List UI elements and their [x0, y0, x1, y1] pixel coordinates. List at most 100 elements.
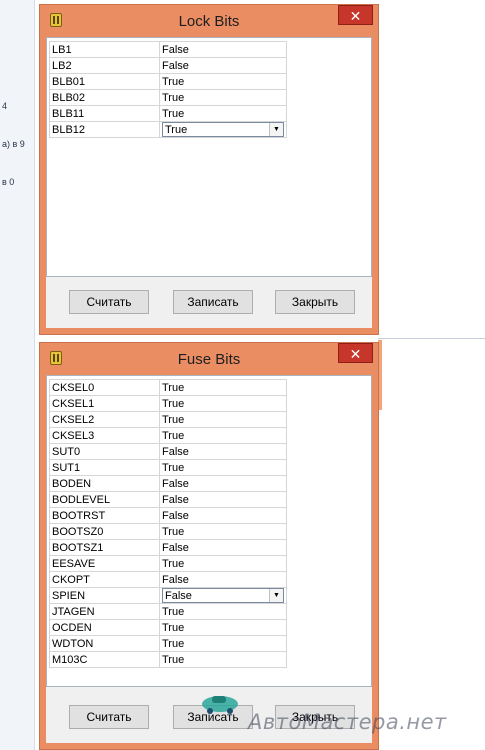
- window-title: Fuse Bits: [177, 351, 241, 368]
- table-row[interactable]: BLB12 True ▼: [49, 121, 287, 138]
- bit-name-cell: LB2: [49, 57, 160, 74]
- table-row[interactable]: EESAVE True: [49, 555, 287, 572]
- bit-value-cell[interactable]: True: [159, 395, 287, 412]
- table-row[interactable]: CKSEL1 True: [49, 395, 287, 412]
- table-row[interactable]: BLB02 True: [49, 89, 287, 106]
- table-row[interactable]: SPIEN False ▼: [49, 587, 287, 604]
- bit-name-cell: BLB02: [49, 89, 160, 106]
- chevron-down-icon[interactable]: ▼: [269, 123, 283, 136]
- background-text-fragment: в 0: [2, 177, 15, 187]
- background-text-fragment: 4: [2, 101, 8, 111]
- bit-name-cell: LB1: [49, 41, 160, 58]
- bit-value-cell[interactable]: True: [159, 523, 287, 540]
- table-row[interactable]: CKSEL3 True: [49, 427, 287, 444]
- bit-name-cell: JTAGEN: [49, 603, 160, 620]
- fuse-bits-table: CKSEL0 True CKSEL1 True CKSEL2 True CKSEL3 True…: [49, 379, 287, 668]
- bit-value-cell[interactable]: False ▼: [159, 587, 287, 604]
- bit-name-cell: BLB11: [49, 105, 160, 122]
- table-row[interactable]: CKSEL0 True: [49, 379, 287, 396]
- bit-value-cell[interactable]: True: [159, 555, 287, 572]
- bit-name-cell: CKSEL0: [49, 379, 160, 396]
- table-row[interactable]: BLB11 True: [49, 105, 287, 122]
- bit-name-cell: CKSEL2: [49, 411, 160, 428]
- site-watermark: АвтоМастера.нет: [200, 686, 485, 742]
- car-logo-icon: [202, 696, 238, 714]
- table-row[interactable]: JTAGEN True: [49, 603, 287, 620]
- bit-name-cell: BODLEVEL: [49, 491, 160, 508]
- table-row[interactable]: SUT0 False: [49, 443, 287, 460]
- dropdown-selected-value: False: [165, 589, 192, 602]
- bit-value-cell[interactable]: False: [159, 41, 287, 58]
- bit-name-cell: BOOTRST: [49, 507, 160, 524]
- bit-value-cell[interactable]: False: [159, 571, 287, 588]
- bit-name-cell: SPIEN: [49, 587, 160, 604]
- bit-name-cell: CKSEL1: [49, 395, 160, 412]
- value-dropdown[interactable]: False ▼: [162, 588, 284, 603]
- lock-bits-table: LB1 False LB2 False BLB01 True BLB02 True BLB11 T…: [49, 41, 287, 138]
- background-page-strip: 4 а) в 9 в 0: [0, 0, 35, 750]
- bit-name-cell: BLB12: [49, 121, 160, 138]
- table-row[interactable]: OCDEN True: [49, 619, 287, 636]
- title-bar[interactable]: Fuse Bits ✕: [40, 343, 378, 375]
- table-row[interactable]: BOOTSZ1 False: [49, 539, 287, 556]
- read-button[interactable]: Считать: [69, 290, 149, 314]
- bit-value-cell[interactable]: True: [159, 89, 287, 106]
- bit-value-cell[interactable]: False: [159, 491, 287, 508]
- bit-value-cell[interactable]: False: [159, 443, 287, 460]
- close-window-button[interactable]: ✕: [338, 5, 373, 25]
- read-button[interactable]: Считать: [69, 705, 149, 729]
- bit-value-cell[interactable]: True: [159, 459, 287, 476]
- write-button[interactable]: Записать: [173, 290, 253, 314]
- bit-value-cell[interactable]: True: [159, 73, 287, 90]
- table-row[interactable]: BOOTRST False: [49, 507, 287, 524]
- bit-name-cell: M103C: [49, 651, 160, 668]
- bit-value-cell[interactable]: False: [159, 57, 287, 74]
- window-title: Lock Bits: [178, 13, 240, 30]
- table-row[interactable]: CKSEL2 True: [49, 411, 287, 428]
- table-row[interactable]: BODLEVEL False: [49, 491, 287, 508]
- title-bar[interactable]: Lock Bits ✕: [40, 5, 378, 37]
- bit-name-cell: BOOTSZ1: [49, 539, 160, 556]
- bit-value-cell[interactable]: True: [159, 619, 287, 636]
- background-divider: [378, 338, 485, 339]
- property-grid[interactable]: CKSEL0 True CKSEL1 True CKSEL2 True CKSEL3 True…: [46, 375, 372, 687]
- table-row[interactable]: LB2 False: [49, 57, 287, 74]
- bit-value-cell[interactable]: True: [159, 635, 287, 652]
- table-row[interactable]: BODEN False: [49, 475, 287, 492]
- bit-value-cell[interactable]: True: [159, 603, 287, 620]
- button-bar: Считать Записать Закрыть: [46, 276, 372, 328]
- lock-bits-window: Lock Bits ✕ LB1 False LB2 False BLB01 True BLB…: [39, 4, 379, 335]
- table-row[interactable]: BLB01 True: [49, 73, 287, 90]
- background-text-fragment: а) в 9: [2, 139, 25, 149]
- table-row[interactable]: M103C True: [49, 651, 287, 668]
- bit-name-cell: OCDEN: [49, 619, 160, 636]
- window-client-area: LB1 False LB2 False BLB01 True BLB02 True BLB11 T…: [46, 37, 372, 328]
- bit-value-cell[interactable]: True: [159, 411, 287, 428]
- value-dropdown[interactable]: True ▼: [162, 122, 284, 137]
- close-window-button[interactable]: ✕: [338, 343, 373, 363]
- bit-value-cell[interactable]: True: [159, 427, 287, 444]
- bit-value-cell[interactable]: False: [159, 539, 287, 556]
- bit-name-cell: WDTON: [49, 635, 160, 652]
- watermark-text: АвтоМастера.нет: [248, 710, 447, 734]
- bit-name-cell: SUT0: [49, 443, 160, 460]
- bit-name-cell: BODEN: [49, 475, 160, 492]
- bit-value-cell[interactable]: True: [159, 379, 287, 396]
- table-row[interactable]: BOOTSZ0 True: [49, 523, 287, 540]
- table-row[interactable]: LB1 False: [49, 41, 287, 58]
- bit-value-cell[interactable]: True: [159, 105, 287, 122]
- table-row[interactable]: WDTON True: [49, 635, 287, 652]
- dropdown-selected-value: True: [165, 123, 188, 136]
- bit-value-cell[interactable]: True: [159, 651, 287, 668]
- bit-name-cell: SUT1: [49, 459, 160, 476]
- bit-name-cell: CKOPT: [49, 571, 160, 588]
- property-grid[interactable]: LB1 False LB2 False BLB01 True BLB02 True BLB11 T…: [46, 37, 372, 277]
- table-row[interactable]: SUT1 True: [49, 459, 287, 476]
- bit-name-cell: BOOTSZ0: [49, 523, 160, 540]
- bit-value-cell[interactable]: True ▼: [159, 121, 287, 138]
- bit-value-cell[interactable]: False: [159, 507, 287, 524]
- bit-value-cell[interactable]: False: [159, 475, 287, 492]
- close-button[interactable]: Закрыть: [275, 290, 355, 314]
- chevron-down-icon[interactable]: ▼: [269, 589, 283, 602]
- table-row[interactable]: CKOPT False: [49, 571, 287, 588]
